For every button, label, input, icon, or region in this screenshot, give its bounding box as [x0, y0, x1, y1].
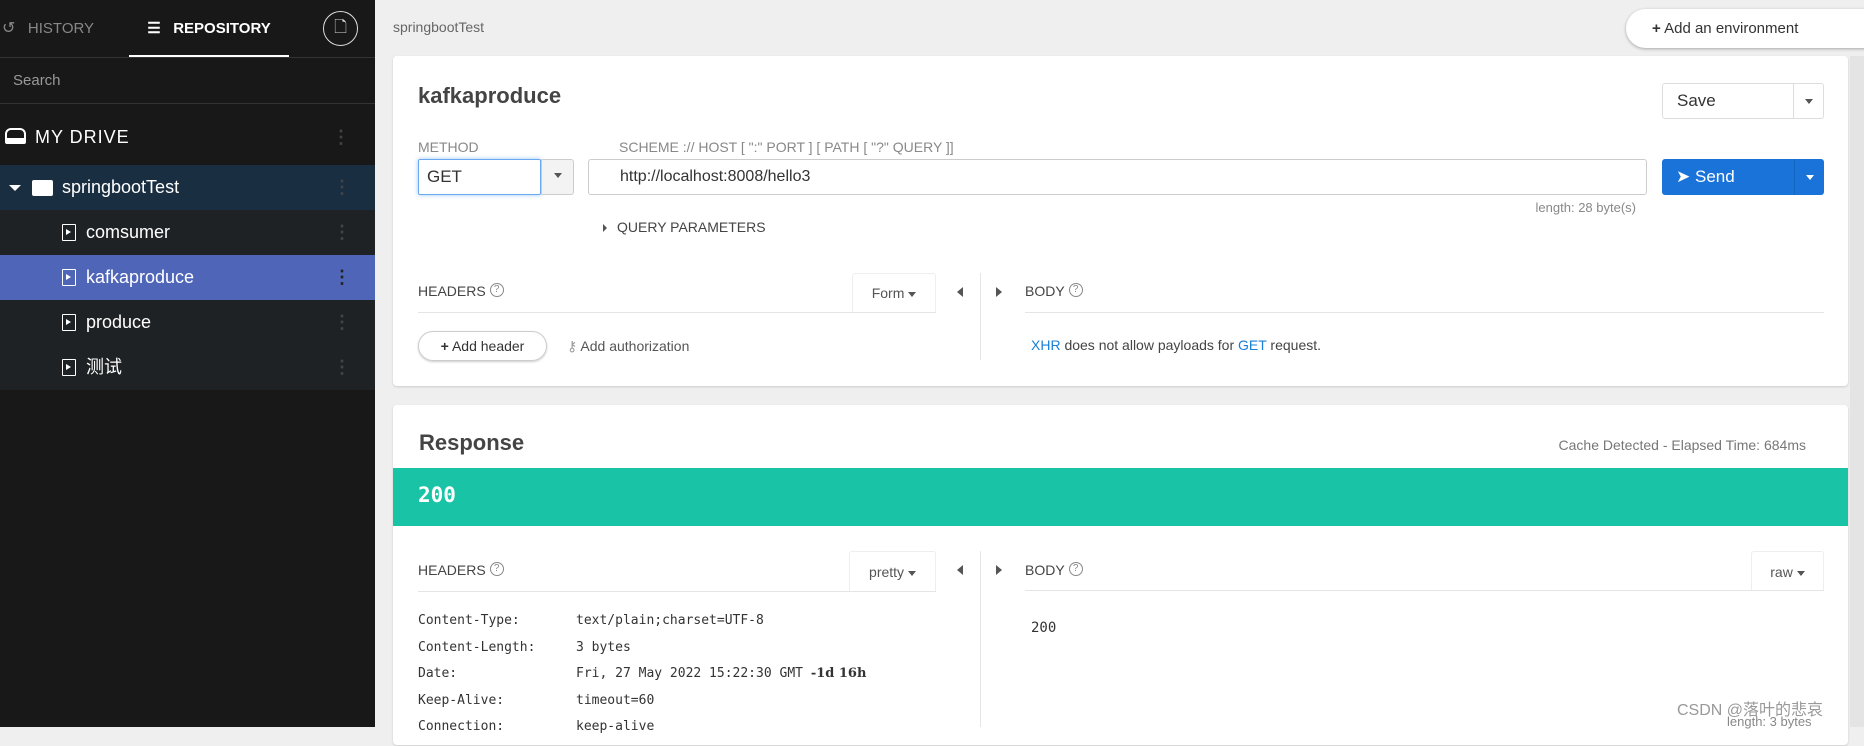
search-input[interactable]: Search: [0, 58, 375, 104]
request-file-icon: [62, 269, 76, 286]
collapse-left-icon[interactable]: [957, 287, 963, 297]
caret-down-icon: [1805, 175, 1814, 181]
header-row: Keep-Alive: timeout=60: [418, 693, 968, 720]
header-value: Fri, 27 May 2022 15:22:30 GMT -1d 16h: [576, 666, 867, 681]
paper-plane-icon: ➤: [1676, 167, 1691, 186]
response-title: Response: [419, 430, 525, 455]
response-headers-list: Content-Type: text/plain;charset=UTF-8 Con…: [418, 613, 968, 746]
method-select[interactable]: GET: [418, 159, 541, 195]
url-input[interactable]: http://localhost:8008/hello3: [588, 159, 1647, 195]
more-icon[interactable]: ⋮: [333, 210, 351, 255]
header-value: 3 bytes: [576, 639, 631, 655]
plus-icon: +: [440, 338, 449, 354]
header-value: timeout=60: [576, 692, 655, 708]
divider: [418, 312, 936, 313]
header-key: Keep-Alive:: [418, 692, 505, 708]
caret-down-icon: [9, 185, 21, 191]
status-code: 200: [418, 483, 456, 507]
request-file-icon: [62, 359, 76, 376]
response-body-label: BODY?: [1025, 562, 1083, 578]
headers-format-dropdown[interactable]: pretty: [849, 551, 936, 591]
new-file-icon[interactable]: 🗋: [323, 11, 358, 46]
caret-down-icon: [907, 570, 916, 576]
request-item-selected[interactable]: kafkaproduce ⋮: [0, 255, 375, 300]
folder-icon: [32, 180, 53, 196]
help-icon[interactable]: ?: [1068, 283, 1083, 297]
method-label: METHOD: [418, 139, 479, 155]
more-icon[interactable]: ⋮: [333, 165, 351, 210]
add-authorization-link[interactable]: ⚷ Add authorization: [567, 338, 689, 355]
headers-mode-dropdown[interactable]: Form: [852, 273, 936, 312]
more-icon[interactable]: ⋮: [333, 300, 351, 345]
tab-history[interactable]: ↺ HISTORY: [2, 0, 94, 57]
header-key: Content-Type:: [418, 613, 520, 628]
body-message: XHR does not allow payloads for GET requ…: [1031, 337, 1322, 353]
collapse-left-icon[interactable]: [957, 565, 963, 575]
divider: [980, 273, 981, 360]
project-springboottest[interactable]: springbootTest ⋮: [0, 165, 375, 210]
history-icon: ↺: [2, 20, 16, 37]
sidebar: ↺ HISTORY ☰ REPOSITORY 🗋 Search MY DRIVE…: [0, 0, 375, 727]
request-file-icon: [62, 314, 76, 331]
header-row: Connection: keep-alive: [418, 719, 968, 746]
more-icon[interactable]: ⋮: [333, 255, 351, 300]
divider: [980, 551, 981, 727]
breadcrumb[interactable]: springbootTest: [393, 19, 484, 35]
help-icon[interactable]: ?: [1068, 562, 1083, 576]
response-body: 200: [1031, 620, 1057, 636]
method-dropdown[interactable]: [541, 159, 574, 195]
request-file-icon: [62, 224, 76, 241]
request-item[interactable]: comsumer ⋮: [0, 210, 375, 255]
header-date-relative: -1d 16h: [810, 666, 867, 681]
url-label: SCHEME :// HOST [ ":" PORT ] [ PATH [ "?…: [619, 139, 954, 155]
request-item[interactable]: produce ⋮: [0, 300, 375, 345]
caret-down-icon: [1805, 99, 1813, 105]
headers-label: HEADERS?: [418, 283, 504, 299]
my-drive[interactable]: MY DRIVE ⋮: [0, 112, 375, 162]
header-row: Date: Fri, 27 May 2022 15:22:30 GMT -1d 1…: [418, 666, 968, 693]
request-item[interactable]: 测试 ⋮: [0, 345, 375, 390]
header-value: keep-alive: [576, 719, 655, 734]
header-value: text/plain;charset=UTF-8: [576, 613, 764, 628]
add-header-button[interactable]: + Add header: [418, 331, 547, 361]
header-row: Content-Type: text/plain;charset=UTF-8: [418, 613, 968, 640]
response-headers-label: HEADERS?: [418, 562, 504, 578]
key-icon: ⚷: [567, 338, 578, 354]
watermark: CSDN @落叶的悲哀: [1677, 702, 1824, 719]
save-button[interactable]: Save: [1662, 83, 1824, 119]
drive-icon: [5, 128, 26, 144]
expand-right-icon[interactable]: [996, 565, 1002, 575]
send-button[interactable]: ➤ Send: [1662, 159, 1824, 195]
status-bar: 200: [393, 468, 1848, 526]
divider: [418, 591, 936, 592]
query-parameters-toggle[interactable]: QUERY PARAMETERS: [603, 219, 766, 235]
request-title: kafkaproduce: [418, 83, 562, 108]
more-icon[interactable]: ⋮: [333, 345, 351, 390]
caret-right-icon: [603, 224, 607, 232]
database-icon: ☰: [147, 20, 161, 37]
help-icon[interactable]: ?: [489, 283, 504, 297]
body-format-dropdown[interactable]: raw: [1751, 551, 1824, 591]
plus-icon: +: [1652, 20, 1661, 37]
scrollbar[interactable]: [1850, 56, 1864, 727]
header-key: Date:: [418, 666, 458, 681]
caret-down-icon: [908, 291, 917, 297]
divider: [1025, 590, 1824, 591]
header-key: Content-Length:: [418, 639, 536, 655]
body-label: BODY?: [1025, 283, 1083, 299]
divider: [1025, 312, 1824, 313]
send-dropdown[interactable]: [1794, 159, 1824, 195]
help-icon[interactable]: ?: [489, 562, 504, 576]
expand-right-icon[interactable]: [996, 287, 1002, 297]
caret-down-icon: [1796, 570, 1805, 576]
response-timing: Cache Detected - Elapsed Time: 684ms: [1558, 437, 1806, 453]
header-row: Content-Length: 3 bytes: [418, 640, 968, 667]
more-icon[interactable]: ⋮: [332, 112, 351, 162]
tab-repository[interactable]: ☰ REPOSITORY: [129, 0, 289, 58]
caret-down-icon: [553, 173, 562, 179]
add-environment-button[interactable]: + Add an environment: [1626, 9, 1864, 48]
url-length: length: 28 byte(s): [1535, 200, 1636, 215]
save-dropdown[interactable]: [1793, 84, 1824, 118]
